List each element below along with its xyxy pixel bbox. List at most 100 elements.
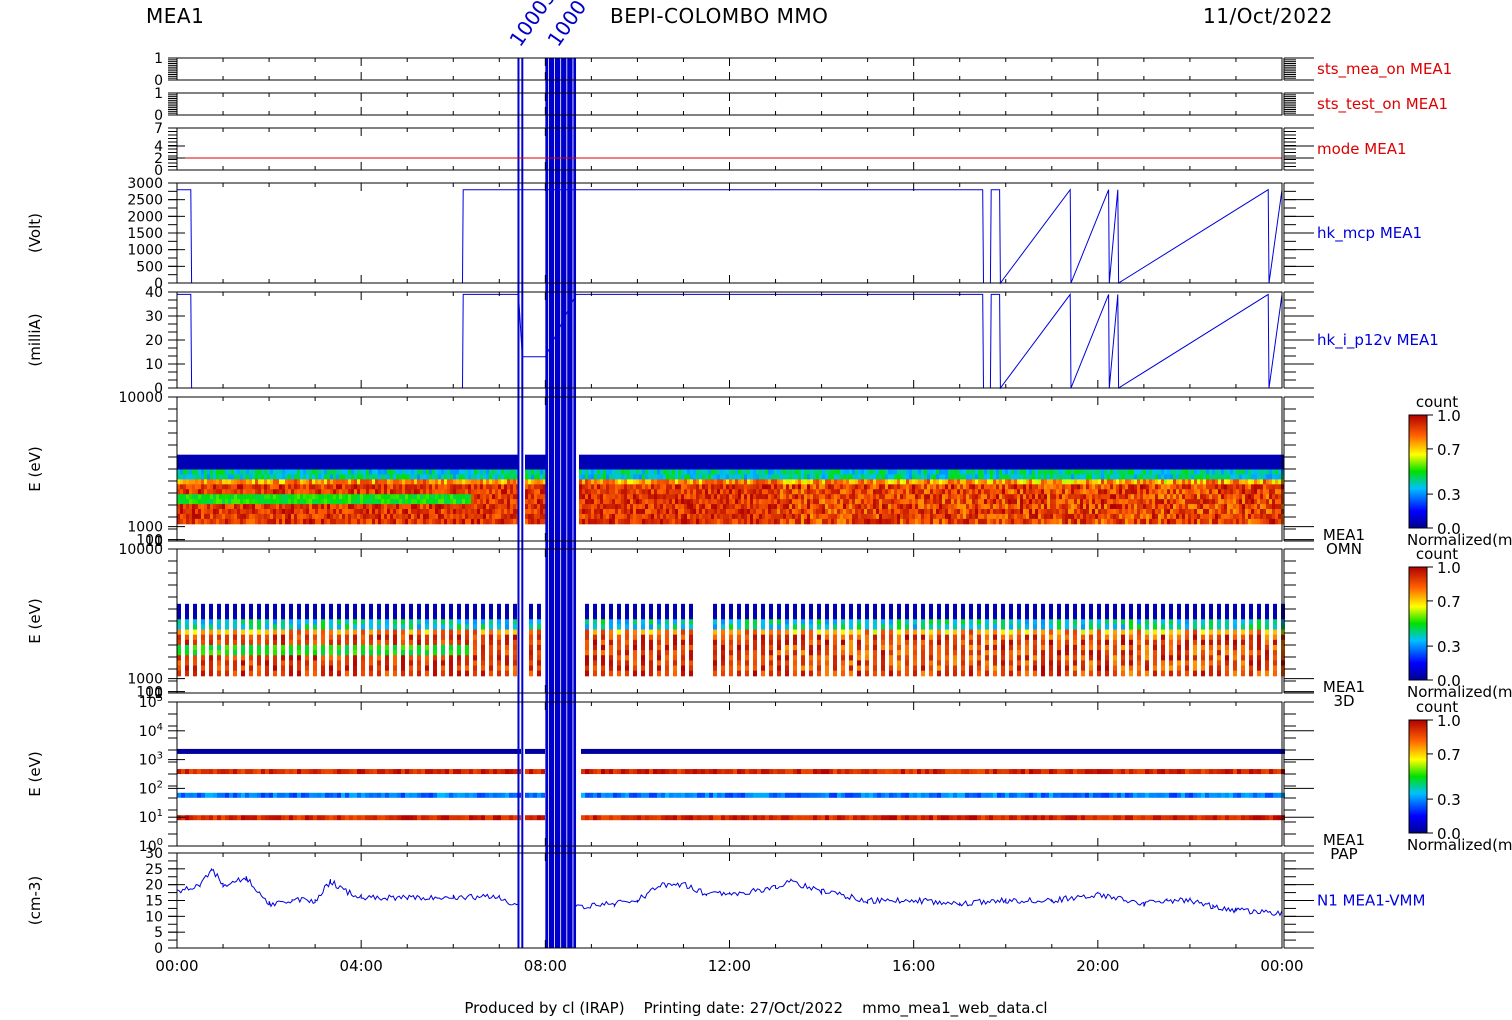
heat-cell [831, 518, 834, 525]
heat-cell [1266, 513, 1269, 520]
heat-cell [318, 513, 321, 520]
heat-cell [456, 518, 459, 525]
heat-cell [1194, 469, 1197, 475]
heat-cell [378, 518, 381, 525]
heat-cell [651, 499, 654, 505]
heat-cell [1008, 509, 1011, 515]
heat-cell [504, 499, 507, 505]
heat-cell [810, 464, 813, 470]
heat-cell [1017, 494, 1020, 500]
heat-cell [1230, 518, 1233, 525]
heat-cell [588, 469, 591, 475]
heat-cell [1260, 518, 1263, 525]
heat-cell [363, 464, 366, 470]
heat-cell [495, 479, 498, 485]
heat-cell [1104, 454, 1107, 461]
heat-cell [1257, 459, 1260, 466]
heat-cell [816, 518, 819, 525]
heat-cell [333, 489, 336, 495]
heat-cell [1221, 469, 1224, 475]
heat-cell [1161, 474, 1164, 480]
heat-cell [1218, 499, 1221, 505]
heat-cell [429, 459, 432, 466]
heat-cell [1161, 494, 1164, 500]
heat-cell [312, 474, 315, 480]
heat-cell [1245, 509, 1248, 515]
heat-cell [1020, 509, 1023, 515]
heat-cell [807, 513, 810, 520]
heat-cell [975, 484, 978, 490]
heat-cell [198, 513, 201, 520]
heat-cell [252, 504, 255, 510]
heat-cell [627, 494, 630, 500]
heat-cell [657, 513, 660, 520]
heat-cell [1182, 494, 1185, 500]
heat-cell [1182, 454, 1185, 461]
heat-cell [804, 484, 807, 490]
heat-cell [426, 504, 429, 510]
heat-cell [588, 479, 591, 485]
heat-cell [810, 504, 813, 510]
heat-cell [711, 469, 714, 475]
heat-cell [1122, 479, 1125, 485]
heat-cell [852, 509, 855, 515]
heat-cell [333, 513, 336, 520]
heat-cell [1104, 479, 1107, 485]
heat-cell [603, 504, 606, 510]
heat-cell [747, 464, 750, 470]
heat-cell [1227, 464, 1230, 470]
heat-cell [507, 484, 510, 490]
heat-cell [504, 494, 507, 500]
heat-cell [795, 469, 798, 475]
heat-cell [1065, 499, 1068, 505]
heat-cell [237, 484, 240, 490]
heat-cell [324, 489, 327, 495]
heat-cell [1257, 469, 1260, 475]
heat-cell [777, 499, 780, 505]
heat-cell [588, 464, 591, 470]
heat-cell [309, 474, 312, 480]
heat-cell [390, 489, 393, 495]
heat-cell [288, 479, 291, 485]
heat-cell [663, 509, 666, 515]
heat-cell [261, 479, 264, 485]
heat-cell [918, 464, 921, 470]
heat-cell [180, 484, 183, 490]
heat-cell [1047, 489, 1050, 495]
heat-cell [786, 459, 789, 466]
heat-cell [1125, 479, 1128, 485]
heat-cell [1203, 474, 1206, 480]
heat-cell [1227, 499, 1230, 505]
heat-cell [1029, 513, 1032, 520]
heat-cell [1092, 504, 1095, 510]
heat-cell [429, 479, 432, 485]
heat-cell [540, 464, 543, 470]
heat-cell [1257, 474, 1260, 480]
heat-cell [822, 469, 825, 475]
heat-cell [465, 454, 468, 461]
heat-cell [1047, 513, 1050, 520]
heat-cell [1107, 518, 1110, 525]
heat-cell [465, 499, 468, 505]
heat-cell [195, 464, 198, 470]
heat-cell [1221, 499, 1224, 505]
heat-cell [840, 513, 843, 520]
heat-cell [693, 513, 696, 520]
heat-cell [492, 494, 495, 500]
heat-cell [258, 469, 261, 475]
heat-cell [477, 489, 480, 495]
heat-cell [1218, 454, 1221, 461]
heat-cell [414, 494, 417, 500]
heat-cell [579, 513, 582, 520]
heat-cell [1095, 489, 1098, 495]
heat-cell [765, 504, 768, 510]
heat-cell [291, 499, 294, 505]
heat-cell [225, 459, 228, 466]
heat-cell [1101, 513, 1104, 520]
heat-cell [1023, 499, 1026, 505]
heat-cell [432, 513, 435, 520]
heat-cell [321, 479, 324, 485]
heat-cell [843, 474, 846, 480]
heat-cell [249, 474, 252, 480]
heat-cell [381, 504, 384, 510]
